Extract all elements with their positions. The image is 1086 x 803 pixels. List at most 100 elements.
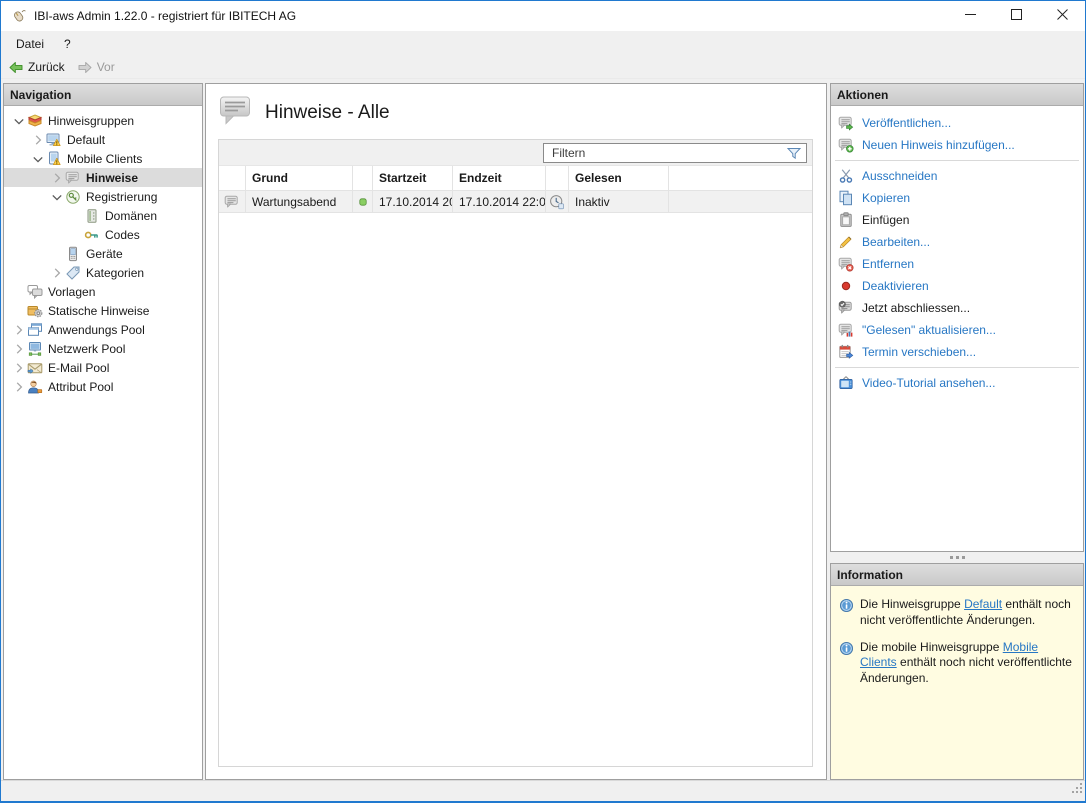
statische-hinweise-icon [27, 303, 43, 319]
action-ausschneiden[interactable]: Ausschneiden [831, 165, 1083, 187]
status-bar [1, 780, 1085, 801]
netzwerk-pool-icon [27, 341, 43, 357]
info-link-default[interactable]: Default [964, 597, 1002, 611]
action-kopieren[interactable]: Kopieren [831, 187, 1083, 209]
tree-item-domaenen[interactable]: Domänen [4, 206, 202, 225]
right-panel: Aktionen Veröffentlichen...Neuen Hinweis… [830, 83, 1084, 780]
inactive-clock-icon [546, 191, 569, 212]
table-row[interactable]: Wartungsabend17.10.2014 20:3017.10.2014 … [219, 190, 812, 213]
page-title: Hinweise - Alle [265, 102, 390, 124]
geraete-icon [65, 246, 81, 262]
tree-indent-spacer [10, 284, 27, 300]
tree-item-anwendungs-pool[interactable]: Anwendungs Pool [4, 320, 202, 339]
back-button[interactable]: Zurück [8, 60, 65, 75]
action-entfernen[interactable]: Entfernen [831, 253, 1083, 275]
info-text: Die mobile Hinweisgruppe Mobile Clients … [860, 640, 1076, 687]
info-item: Die Hinweisgruppe Default enthält noch n… [839, 597, 1076, 629]
back-icon [8, 60, 24, 75]
maximize-button[interactable] [993, 1, 1039, 31]
chevron-right-icon[interactable] [10, 379, 27, 395]
column-header-startzeit[interactable]: Startzeit [373, 166, 453, 190]
chevron-right-icon[interactable] [10, 360, 27, 376]
tree-item-vorlagen[interactable]: Vorlagen [4, 282, 202, 301]
chevron-down-icon[interactable] [48, 189, 65, 205]
panel-splitter[interactable] [830, 552, 1084, 563]
information-list: Die Hinweisgruppe Default enthält noch n… [831, 586, 1083, 698]
title-bar: IBI-aws Admin 1.22.0 - registriert für I… [1, 1, 1085, 31]
close-icon [1057, 7, 1068, 25]
filter-icon[interactable] [785, 145, 803, 166]
tree-item-geraete[interactable]: Geräte [4, 244, 202, 263]
column-header-endzeit[interactable]: Endzeit [453, 166, 546, 190]
tree-item-default[interactable]: Default [4, 130, 202, 149]
chevron-down-icon[interactable] [10, 113, 27, 129]
separator [835, 367, 1079, 368]
column-header-gelesen[interactable]: Gelesen [569, 166, 669, 190]
tree-item-registrierung[interactable]: Registrierung [4, 187, 202, 206]
forward-label: Vor [97, 60, 115, 74]
column-header-grund[interactable]: Grund [246, 166, 353, 190]
minimize-button[interactable] [947, 1, 993, 31]
tree-item-hinweisgruppen[interactable]: Hinweisgruppen [4, 111, 202, 130]
attribut-pool-icon [27, 379, 43, 395]
actions-panel: Aktionen Veröffentlichen...Neuen Hinweis… [830, 83, 1084, 552]
column-header-icon[interactable] [353, 166, 373, 190]
action-veroeffentlichen[interactable]: Veröffentlichen... [831, 112, 1083, 134]
chevron-right-icon[interactable] [10, 322, 27, 338]
filter-input[interactable] [543, 143, 807, 163]
menu-item-datei[interactable]: Datei [6, 33, 54, 55]
tree-item-mobile-clients[interactable]: Mobile Clients [4, 149, 202, 168]
information-panel: Information Die Hinweisgruppe Default en… [830, 563, 1084, 780]
action-termin-verschieben[interactable]: Termin verschieben... [831, 341, 1083, 363]
splitter-grip-icon [956, 556, 959, 559]
chevron-right-icon[interactable] [48, 170, 65, 186]
tree-item-codes[interactable]: Codes [4, 225, 202, 244]
tree-indent-spacer [67, 227, 84, 243]
jetzt-abschliessen-icon [838, 300, 854, 316]
action-label: "Gelesen" aktualisieren... [862, 323, 996, 337]
ausschneiden-icon [838, 168, 854, 184]
chevron-right-icon[interactable] [29, 132, 46, 148]
tree-item-attribut-pool[interactable]: Attribut Pool [4, 377, 202, 396]
action-jetzt-abschliessen[interactable]: Jetzt abschliessen... [831, 297, 1083, 319]
tree-item-hinweise[interactable]: Hinweise [4, 168, 202, 187]
tree-item-statische-hinweise[interactable]: Statische Hinweise [4, 301, 202, 320]
codes-icon [84, 227, 100, 243]
hinweise-large-icon [218, 93, 252, 132]
cell-endzeit: 17.10.2014 22:00 [453, 191, 546, 212]
kategorien-icon [65, 265, 81, 281]
deaktivieren-icon [838, 278, 854, 294]
cell-gelesen: Inaktiv [569, 191, 669, 212]
info-text-pre: Die mobile Hinweisgruppe [860, 640, 1003, 654]
close-button[interactable] [1039, 1, 1085, 31]
resize-grip-icon[interactable] [1071, 781, 1083, 799]
info-icon [839, 640, 854, 687]
tree-item-kategorien[interactable]: Kategorien [4, 263, 202, 282]
menu-item-help[interactable]: ? [54, 33, 81, 55]
chevron-down-icon[interactable] [29, 151, 46, 167]
forward-button[interactable]: Vor [77, 60, 115, 75]
action-bearbeiten[interactable]: Bearbeiten... [831, 231, 1083, 253]
tree-item-e-mail-pool[interactable]: E-Mail Pool [4, 358, 202, 377]
chevron-right-icon[interactable] [48, 265, 65, 281]
action-deaktivieren[interactable]: Deaktivieren [831, 275, 1083, 297]
action-video-tutorial-ansehen[interactable]: Video-Tutorial ansehen... [831, 372, 1083, 394]
action-label: Einfügen [862, 213, 909, 227]
cell-startzeit: 17.10.2014 20:30 [373, 191, 453, 212]
navigation-panel: Navigation HinweisgruppenDefaultMobile C… [3, 83, 203, 780]
tree-indent-spacer [10, 303, 27, 319]
action-neuen-hinweis-hinzufuegen[interactable]: Neuen Hinweis hinzufügen... [831, 134, 1083, 156]
tree-item-netzwerk-pool[interactable]: Netzwerk Pool [4, 339, 202, 358]
column-header-icon[interactable] [546, 166, 569, 190]
bearbeiten-icon [838, 234, 854, 250]
table-body: Wartungsabend17.10.2014 20:3017.10.2014 … [219, 190, 812, 213]
action-label: Ausschneiden [862, 169, 937, 183]
chevron-right-icon[interactable] [10, 341, 27, 357]
column-header-icon[interactable] [219, 166, 246, 190]
action-einfuegen[interactable]: Einfügen [831, 209, 1083, 231]
app-icon [10, 8, 26, 24]
default-icon [46, 132, 62, 148]
actions-list: Veröffentlichen...Neuen Hinweis hinzufüg… [831, 106, 1083, 394]
action-gelesen-aktualisieren[interactable]: "Gelesen" aktualisieren... [831, 319, 1083, 341]
action-label: Video-Tutorial ansehen... [862, 376, 995, 390]
